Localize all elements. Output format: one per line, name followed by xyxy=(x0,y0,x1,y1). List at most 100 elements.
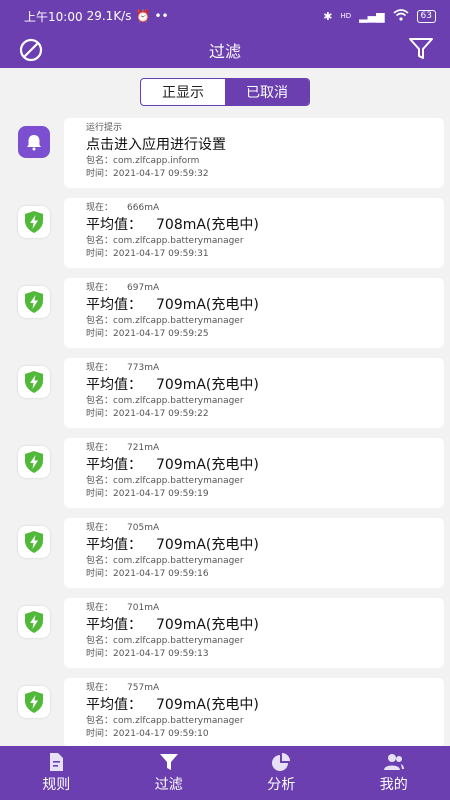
average-value: 709mA(充电中) xyxy=(156,377,259,393)
list-item[interactable]: 现在： 666mA 平均值： 708mA(充电中) 包名：com.zlfcapp.b… xyxy=(0,196,450,276)
package-label: 包名： xyxy=(86,556,114,566)
average-value: 709mA(充电中) xyxy=(156,697,259,713)
filter-icon xyxy=(409,38,433,59)
list-item[interactable]: 现在： 757mA 平均值： 709mA(充电中) 包名：com.zlfcapp.b… xyxy=(0,676,450,746)
average-label: 平均值： xyxy=(86,457,142,473)
segment-cancelled[interactable]: 已取消 xyxy=(225,79,309,105)
record-current: 现在： 757mA xyxy=(86,682,434,695)
tab-filter[interactable]: 过滤 xyxy=(113,746,226,800)
record-average: 平均值： 709mA(充电中) xyxy=(86,295,434,315)
tab-rules[interactable]: 规则 xyxy=(0,746,113,800)
record-time: 时间：2021-04-17 09:59:16 xyxy=(86,568,434,581)
record-time: 时间：2021-04-17 09:59:10 xyxy=(86,728,434,741)
package-value: com.zlfcapp.batterymanager xyxy=(113,636,244,646)
average-label: 平均值： xyxy=(86,297,142,313)
list-item[interactable]: 现在： 705mA 平均值： 709mA(充电中) 包名：com.zlfcapp.b… xyxy=(0,516,450,596)
package-value: com.zlfcapp.batterymanager xyxy=(113,476,244,486)
pie-chart-icon xyxy=(272,753,291,771)
average-label: 平均值： xyxy=(86,217,142,233)
filter-button[interactable] xyxy=(408,36,434,62)
record-package: 包名：com.zlfcapp.batterymanager xyxy=(86,315,434,328)
current-value: 721mA xyxy=(127,443,160,453)
record-card: 现在： 697mA 平均值： 709mA(充电中) 包名：com.zlfcapp.b… xyxy=(64,278,444,348)
list-item[interactable]: 运行提示 点击进入应用进行设置 包名：com.zlfcapp.inform 时间… xyxy=(0,116,450,196)
bottom-tab-bar: 规则 过滤 分析 我的 xyxy=(0,746,450,800)
average-label: 平均值： xyxy=(86,617,142,633)
tab-mine[interactable]: 我的 xyxy=(338,746,450,800)
current-label: 现在： xyxy=(86,283,114,293)
record-card: 现在： 773mA 平均值： 709mA(充电中) 包名：com.zlfcapp.b… xyxy=(64,358,444,428)
package-value: com.zlfcapp.batterymanager xyxy=(113,316,244,326)
status-left: 上午10:00 29.1K/s ⏰ •• xyxy=(24,8,169,25)
list-item[interactable]: 现在： 697mA 平均值： 709mA(充电中) 包名：com.zlfcapp.b… xyxy=(0,276,450,356)
average-label: 平均值： xyxy=(86,697,142,713)
record-package: 包名：com.zlfcapp.batterymanager xyxy=(86,395,434,408)
average-label: 平均值： xyxy=(86,377,142,393)
record-list: 运行提示 点击进入应用进行设置 包名：com.zlfcapp.inform 时间… xyxy=(0,116,450,746)
app-header: 过滤 xyxy=(0,32,450,68)
record-average: 平均值： 709mA(充电中) xyxy=(86,695,434,715)
average-value: 709mA(充电中) xyxy=(156,457,259,473)
record-package: 包名：com.zlfcapp.batterymanager xyxy=(86,475,434,488)
record-time: 时间：2021-04-17 09:59:32 xyxy=(86,168,434,181)
package-value: com.zlfcapp.batterymanager xyxy=(113,716,244,726)
bluetooth-icon: ✱ xyxy=(323,9,333,23)
list-item[interactable]: 现在： 773mA 平均值： 709mA(充电中) 包名：com.zlfcapp.b… xyxy=(0,356,450,436)
time-value: 2021-04-17 09:59:25 xyxy=(113,329,209,339)
current-value: 666mA xyxy=(127,203,160,213)
package-value: com.zlfcapp.inform xyxy=(113,156,200,166)
time-value: 2021-04-17 09:59:13 xyxy=(113,649,209,659)
record-time: 时间：2021-04-17 09:59:19 xyxy=(86,488,434,501)
time-value: 2021-04-17 09:59:10 xyxy=(113,729,209,739)
more-dots-icon: •• xyxy=(154,9,169,23)
disable-button[interactable] xyxy=(18,37,44,63)
current-label: 现在： xyxy=(86,363,114,373)
record-current: 现在： 705mA xyxy=(86,522,434,535)
segment-showing[interactable]: 正显示 xyxy=(141,79,225,105)
time-label: 时间： xyxy=(86,249,114,259)
tab-label: 分析 xyxy=(267,777,296,793)
users-icon xyxy=(383,754,404,770)
record-current: 现在： 721mA xyxy=(86,442,434,455)
time-value: 2021-04-17 09:59:16 xyxy=(113,569,209,579)
shield-bolt-icon xyxy=(18,606,50,638)
list-item[interactable]: 现在： 721mA 平均值： 709mA(充电中) 包名：com.zlfcapp.b… xyxy=(0,436,450,516)
average-value: 709mA(充电中) xyxy=(156,537,259,553)
record-current: 现在： 773mA xyxy=(86,362,434,375)
shield-bolt-icon xyxy=(18,286,50,318)
record-card: 现在： 705mA 平均值： 709mA(充电中) 包名：com.zlfcapp.b… xyxy=(64,518,444,588)
record-time: 时间：2021-04-17 09:59:13 xyxy=(86,648,434,661)
alarm-icon: ⏰ xyxy=(135,9,151,23)
shield-bolt-icon xyxy=(18,686,50,718)
funnel-icon xyxy=(159,754,178,770)
current-label: 现在： xyxy=(86,523,114,533)
tab-label: 过滤 xyxy=(154,777,183,793)
record-package: 包名：com.zlfcapp.batterymanager xyxy=(86,235,434,248)
package-value: com.zlfcapp.batterymanager xyxy=(113,396,244,406)
record-card: 现在： 666mA 平均值： 708mA(充电中) 包名：com.zlfcapp.b… xyxy=(64,198,444,268)
average-value: 708mA(充电中) xyxy=(156,217,259,233)
time-value: 2021-04-17 09:59:19 xyxy=(113,489,209,499)
record-average: 平均值： 709mA(充电中) xyxy=(86,615,434,635)
list-item[interactable]: 现在： 701mA 平均值： 709mA(充电中) 包名：com.zlfcapp.b… xyxy=(0,596,450,676)
record-package: 包名：com.zlfcapp.batterymanager xyxy=(86,555,434,568)
record-card: 现在： 721mA 平均值： 709mA(充电中) 包名：com.zlfcapp.b… xyxy=(64,438,444,508)
package-label: 包名： xyxy=(86,156,114,166)
average-value: 709mA(充电中) xyxy=(156,297,259,313)
time-value: 2021-04-17 09:59:22 xyxy=(113,409,209,419)
time-label: 时间： xyxy=(86,329,114,339)
tab-label: 我的 xyxy=(379,777,408,793)
status-time: 上午10:00 xyxy=(24,9,83,24)
tab-analysis[interactable]: 分析 xyxy=(225,746,338,800)
package-label: 包名： xyxy=(86,236,114,246)
current-label: 现在： xyxy=(86,683,114,693)
time-label: 时间： xyxy=(86,569,114,579)
time-label: 时间： xyxy=(86,649,114,659)
record-average: 平均值： 709mA(充电中) xyxy=(86,535,434,555)
status-right: ✱ HD ▂▄▆ 63 xyxy=(323,8,436,24)
signal-icon: ▂▄▆ xyxy=(359,9,385,23)
record-average: 平均值： 708mA(充电中) xyxy=(86,215,434,235)
time-value: 2021-04-17 09:59:32 xyxy=(113,169,209,179)
battery-icon: 63 xyxy=(416,9,436,23)
record-package: 包名：com.zlfcapp.batterymanager xyxy=(86,635,434,648)
